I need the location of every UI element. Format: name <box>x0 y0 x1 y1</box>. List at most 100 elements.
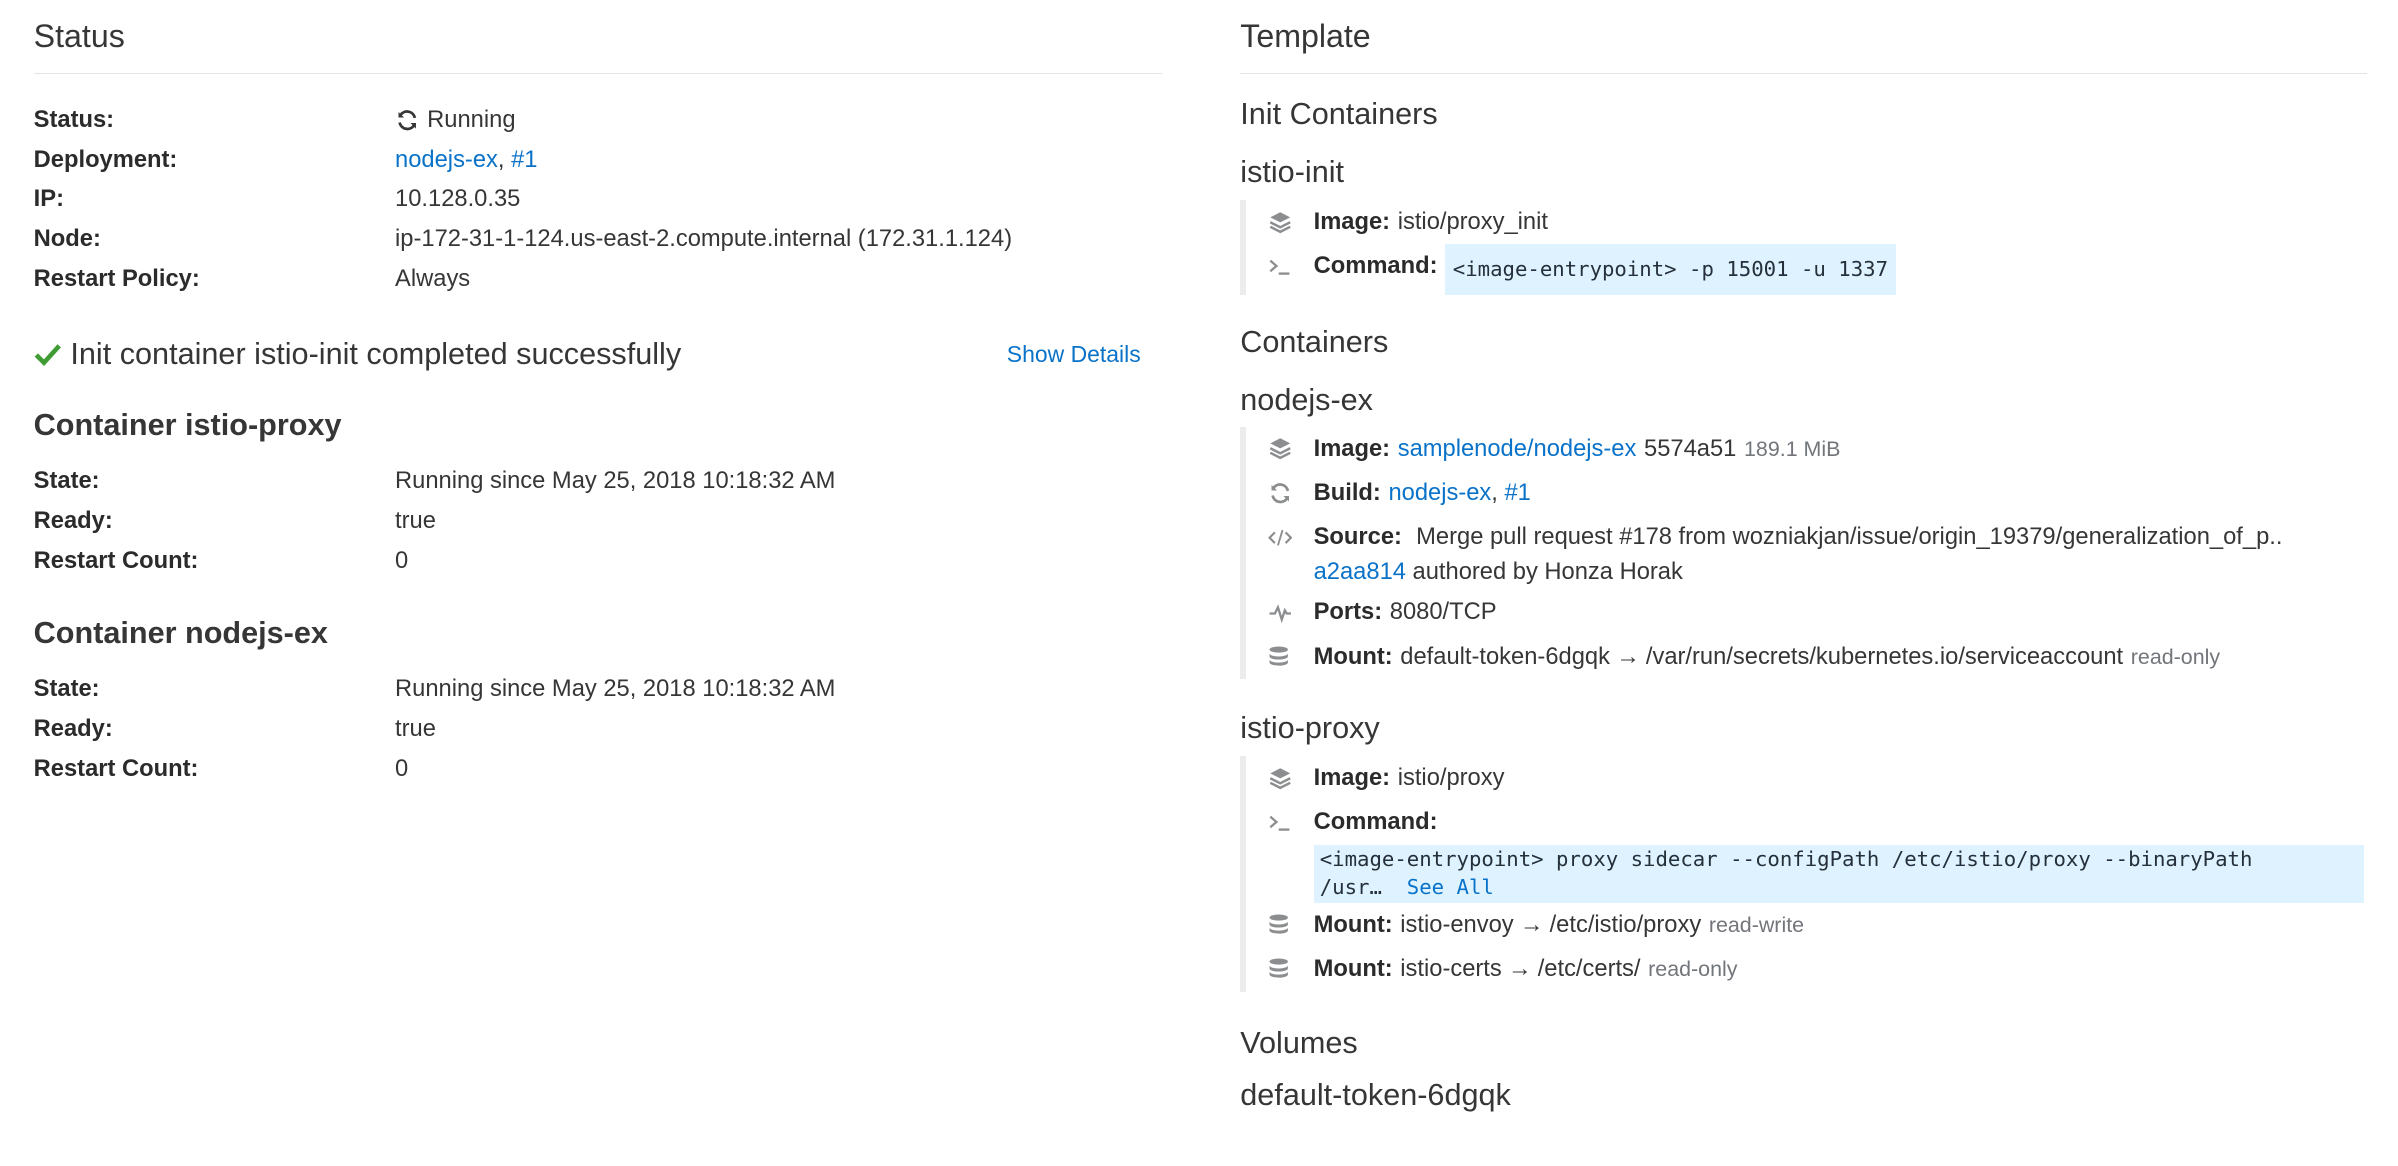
terminal-icon <box>1268 800 1314 844</box>
mount-path: /etc/certs/ <box>1537 956 1641 983</box>
image-item: Image: samplenode/nodejs-ex 5574a51 189.… <box>1268 427 2368 471</box>
database-icon <box>1268 947 1314 991</box>
init-container-name: istio-init <box>1240 155 1345 190</box>
code-icon <box>1267 515 1314 559</box>
ip-key: IP: <box>33 186 64 213</box>
restart-count-value: 0 <box>395 547 409 574</box>
node-row: Node: ip-172-31-1-124.us-east-2.compute.… <box>34 220 1162 260</box>
build-link[interactable]: nodejs-ex <box>1388 471 1491 515</box>
container-title: Container nodejs-ex <box>33 615 328 650</box>
init-container-details: Image: istio/proxy_init Command: <image-… <box>1240 199 2368 295</box>
state-value: Running since May 25, 2018 10:18:32 AM <box>395 468 836 495</box>
mount-item: Mount: default-token-6dgqk → /var/run/se… <box>1268 635 2368 679</box>
commit-author: authored by Honza Horak <box>1412 559 1683 586</box>
image-value: istio/proxy_init <box>1397 208 1548 235</box>
mount-name: istio-envoy <box>1400 911 1514 938</box>
build-label: Build: <box>1313 479 1381 506</box>
layers-icon <box>1268 427 1314 471</box>
deployment-row: Deployment: nodejs-ex, #1 <box>34 140 1162 180</box>
source-item: Source: Merge pull request #178 from woz… <box>1267 515 2368 590</box>
commit-link[interactable]: a2aa814 <box>1314 559 1406 585</box>
state-row: State: Running since May 25, 2018 10:18:… <box>34 462 1162 502</box>
state-value: Running since May 25, 2018 10:18:32 AM <box>395 676 836 703</box>
state-key: State: <box>33 676 100 703</box>
ready-value: true <box>395 507 436 534</box>
status-panel: Status Status: Running Deployment: nodej… <box>33 0 1163 790</box>
ports-value: 8080/TCP <box>1389 599 1497 626</box>
restart-count-row: Restart Count: 0 <box>34 541 1162 581</box>
ready-key: Ready: <box>33 507 113 534</box>
status-details: Status: Running Deployment: nodejs-ex, #… <box>34 100 1162 299</box>
status-key: Status: <box>33 106 115 133</box>
container-nodejs-ex-section: Container nodejs-ex State: Running since… <box>34 615 1162 790</box>
mount-label: Mount: <box>1313 911 1393 938</box>
mount-item: Mount: istio-envoy → /etc/istio/proxy re… <box>1268 903 2368 947</box>
deployment-value: nodejs-ex, #1 <box>395 147 537 174</box>
build-number-link[interactable]: #1 <box>1504 471 1530 515</box>
command-line-1: <image-entrypoint> proxy sidecar --confi… <box>1319 847 2253 872</box>
image-size: 189.1 MiB <box>1744 436 1841 461</box>
ready-row: Ready: true <box>34 502 1162 542</box>
nodejs-container-details: Image: samplenode/nodejs-ex 5574a51 189.… <box>1240 426 2368 680</box>
ports-item: Ports: 8080/TCP <box>1268 590 2368 634</box>
restart-count-value: 0 <box>395 755 409 782</box>
refresh-icon <box>1268 471 1314 515</box>
ready-key: Ready: <box>33 716 113 743</box>
container-name-proxy: istio-proxy <box>1240 710 1380 745</box>
source-label: Source: <box>1313 524 1402 551</box>
container-title: Container istio-proxy <box>33 407 342 442</box>
restart-policy-row: Restart Policy: Always <box>34 260 1162 300</box>
template-panel: Template Init Containers istio-init Imag… <box>1240 0 2368 1114</box>
container-name-nodejs: nodejs-ex <box>1240 383 1373 418</box>
deployment-link[interactable]: nodejs-ex <box>395 147 498 173</box>
restart-count-row: Restart Count: 0 <box>34 749 1162 789</box>
init-message-text: Init container istio-init completed succ… <box>70 337 682 372</box>
see-all-link[interactable]: See All <box>1407 875 1494 899</box>
mount-path: /var/run/secrets/kubernetes.io/serviceac… <box>1645 643 2124 670</box>
mount-path: /etc/istio/proxy <box>1549 911 1702 938</box>
mount-mode: read-only <box>1648 957 1738 982</box>
ready-row: Ready: true <box>34 710 1162 750</box>
deployment-version-link[interactable]: #1 <box>511 147 537 173</box>
ip-row: IP: 10.128.0.35 <box>34 180 1162 220</box>
restart-count-key: Restart Count: <box>33 755 199 782</box>
status-row: Status: Running <box>34 100 1162 140</box>
command-label: Command: <box>1313 809 1438 836</box>
mount-label: Mount: <box>1313 956 1393 983</box>
image-label: Image: <box>1313 764 1391 791</box>
sync-icon <box>395 108 419 132</box>
mount-arrow: → <box>1519 911 1544 938</box>
image-link[interactable]: samplenode/nodejs-ex <box>1398 427 1637 471</box>
volumes-heading: Volumes <box>1240 1026 1358 1061</box>
node-value: ip-172-31-1-124.us-east-2.compute.intern… <box>395 226 1013 253</box>
mount-mode: read-write <box>1708 912 1805 937</box>
build-item: Build: nodejs-ex, #1 <box>1268 471 2368 515</box>
init-container-message: Init container istio-init completed succ… <box>34 333 1162 376</box>
deployment-separator: , <box>497 146 505 173</box>
image-value: istio/proxy <box>1397 764 1505 791</box>
source-text: Merge pull request #178 from wozniakjan/… <box>1416 524 2283 551</box>
image-label: Image: <box>1313 208 1391 235</box>
mount-mode: read-only <box>2130 644 2221 669</box>
layers-icon <box>1268 756 1314 800</box>
mount-arrow: → <box>1507 956 1532 983</box>
image-id: 5574a51 <box>1644 435 1737 462</box>
mount-name: istio-certs <box>1400 956 1502 983</box>
pulse-icon <box>1268 590 1314 634</box>
node-key: Node: <box>33 226 101 253</box>
show-details-link[interactable]: Show Details <box>1007 341 1141 368</box>
restart-policy-value: Always <box>395 266 471 293</box>
mount-name: default-token-6dgqk <box>1400 643 1610 670</box>
command-item: Command: <image-entrypoint> -p 15001 -u … <box>1268 244 2368 295</box>
command-code: <image-entrypoint> -p 15001 -u 1337 <box>1445 244 1896 295</box>
init-containers-heading: Init Containers <box>1240 96 1438 131</box>
mount-item: Mount: istio-certs → /etc/certs/ read-on… <box>1268 947 2368 991</box>
state-row: State: Running since May 25, 2018 10:18:… <box>34 670 1162 710</box>
image-label: Image: <box>1313 435 1391 462</box>
command-label: Command: <box>1313 253 1438 280</box>
proxy-container-details: Image: istio/proxy Command: <image-entry… <box>1240 755 2368 992</box>
containers-heading: Containers <box>1240 324 1389 359</box>
image-item: Image: istio/proxy <box>1268 756 2368 800</box>
status-value: Running <box>395 107 516 134</box>
ready-value: true <box>395 716 436 743</box>
